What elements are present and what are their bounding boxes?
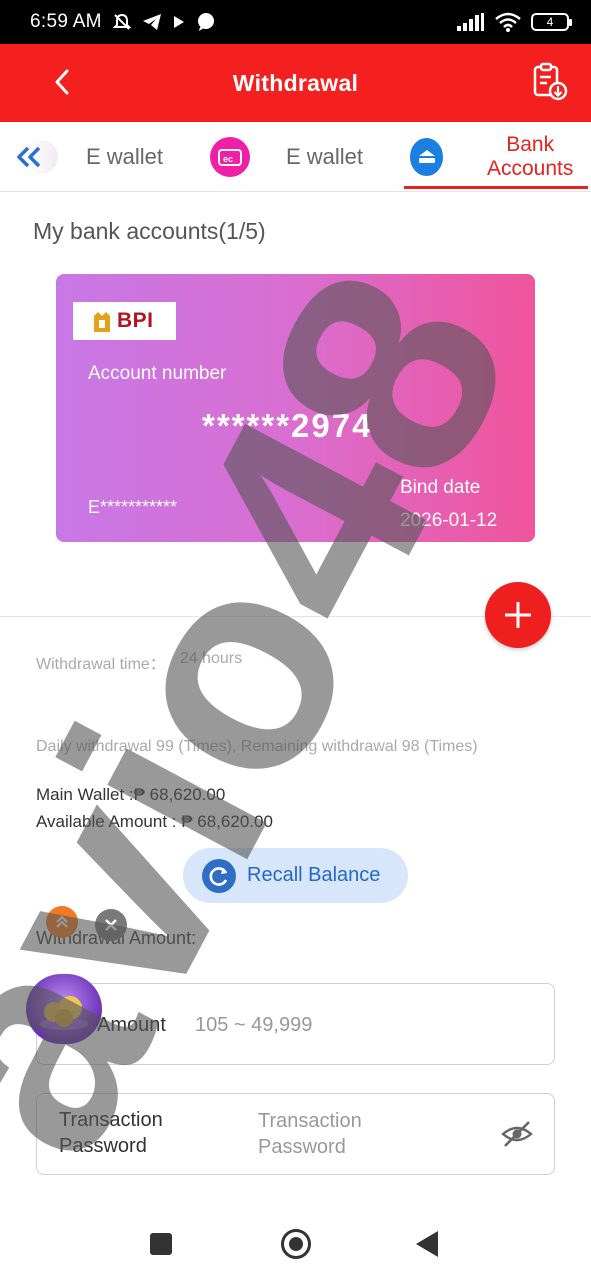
battery-icon: 4 [531, 13, 572, 31]
promo-floating-badge[interactable] [26, 974, 102, 1044]
status-bar: 6:59 AM 4 [0, 0, 591, 44]
bank-accounts-heading: My bank accounts(1/5) [33, 218, 266, 244]
tab-label: E wallet [86, 144, 164, 169]
refresh-icon [202, 858, 236, 893]
account-number: ******2974 [202, 407, 373, 444]
recall-balance-label: Recall Balance [247, 864, 381, 886]
signal-icon [457, 13, 484, 31]
withdrawal-time-label: Withdrawal time： [36, 656, 166, 673]
account-number-label: Account number [88, 363, 227, 384]
bind-date: 2026-01-12 [400, 510, 498, 531]
tab-label-active: Bank Accounts [486, 133, 574, 180]
tab-label: E wallet [286, 144, 364, 169]
add-bank-account-button[interactable] [485, 582, 551, 648]
withdrawal-time: Withdrawal time： 24 hours [36, 650, 242, 674]
system-back-button[interactable] [416, 1231, 438, 1257]
telegram-icon [142, 14, 161, 30]
toggle-password-visibility-button[interactable] [500, 1119, 534, 1149]
transaction-password-field[interactable]: Transaction Password Transaction Passwor… [36, 1093, 555, 1175]
tab-ewallet-2[interactable]: ec E wallet [210, 122, 363, 192]
double-chevron-left-icon [17, 146, 41, 168]
recent-apps-button[interactable] [150, 1233, 172, 1255]
float-expand-button[interactable] [46, 906, 78, 938]
bank-account-card[interactable]: BPI Account number ******2974 E*********… [56, 274, 535, 542]
transaction-password-input[interactable]: Transaction Password [258, 1108, 362, 1160]
withdrawal-time-value: 24 hours [179, 650, 243, 667]
daily-withdrawal-limit: Daily withdrawal 99 (Times), Remaining w… [36, 738, 478, 755]
available-amount: Available Amount : ₱ 68,620.00 [36, 812, 273, 831]
back-button[interactable] [44, 64, 80, 100]
active-tab-indicator [404, 186, 588, 189]
plus-icon [505, 602, 531, 628]
withdrawal-record-button[interactable] [529, 62, 569, 102]
transaction-password-label: Transaction Password [59, 1109, 163, 1157]
bind-date-label: Bind date [400, 477, 481, 498]
mute-icon [112, 13, 132, 30]
chevron-left-icon [55, 69, 69, 95]
bpi-emblem-icon [94, 312, 110, 332]
clipboard-download-icon [533, 62, 568, 101]
page-title: Withdrawal [232, 69, 359, 96]
chat-icon [197, 13, 214, 31]
home-button[interactable] [281, 1229, 311, 1259]
bank-logo: BPI [73, 302, 176, 340]
main-wallet-balance: Main Wallet :₱ 68,620.00 [36, 785, 226, 804]
amount-field[interactable]: Amount 105 ~ 49,999 [36, 983, 555, 1065]
bank-name: BPI [117, 309, 154, 332]
bank-card-icon [410, 138, 444, 176]
tab-bank-accounts[interactable]: Bank Accounts [410, 122, 591, 192]
ewallet-icon: ec [210, 137, 250, 177]
float-close-button[interactable] [95, 909, 127, 941]
payment-method-tabs: E wallet ec E wallet Bank Accounts [0, 122, 591, 192]
double-chevron-up-icon [56, 915, 68, 928]
recall-balance-button[interactable]: Recall Balance [183, 848, 408, 903]
play-icon [173, 16, 184, 28]
account-holder-name: E*********** [88, 497, 178, 517]
tab-ewallet-1[interactable]: E wallet [86, 122, 163, 192]
eye-off-icon [501, 1121, 533, 1147]
battery-level: 4 [546, 15, 554, 29]
amount-input[interactable]: 105 ~ 49,999 [195, 1012, 312, 1038]
amount-label: Amount [97, 1014, 166, 1036]
svg-text:ec: ec [223, 154, 233, 164]
system-nav-bar [0, 1208, 591, 1280]
tabs-scroll-left-button[interactable] [10, 140, 58, 174]
gold-coins-icon [40, 996, 88, 1030]
wifi-icon [495, 12, 521, 32]
close-icon [105, 919, 117, 931]
app-bar: Withdrawal [0, 44, 591, 122]
status-time: 6:59 AM [30, 11, 102, 32]
